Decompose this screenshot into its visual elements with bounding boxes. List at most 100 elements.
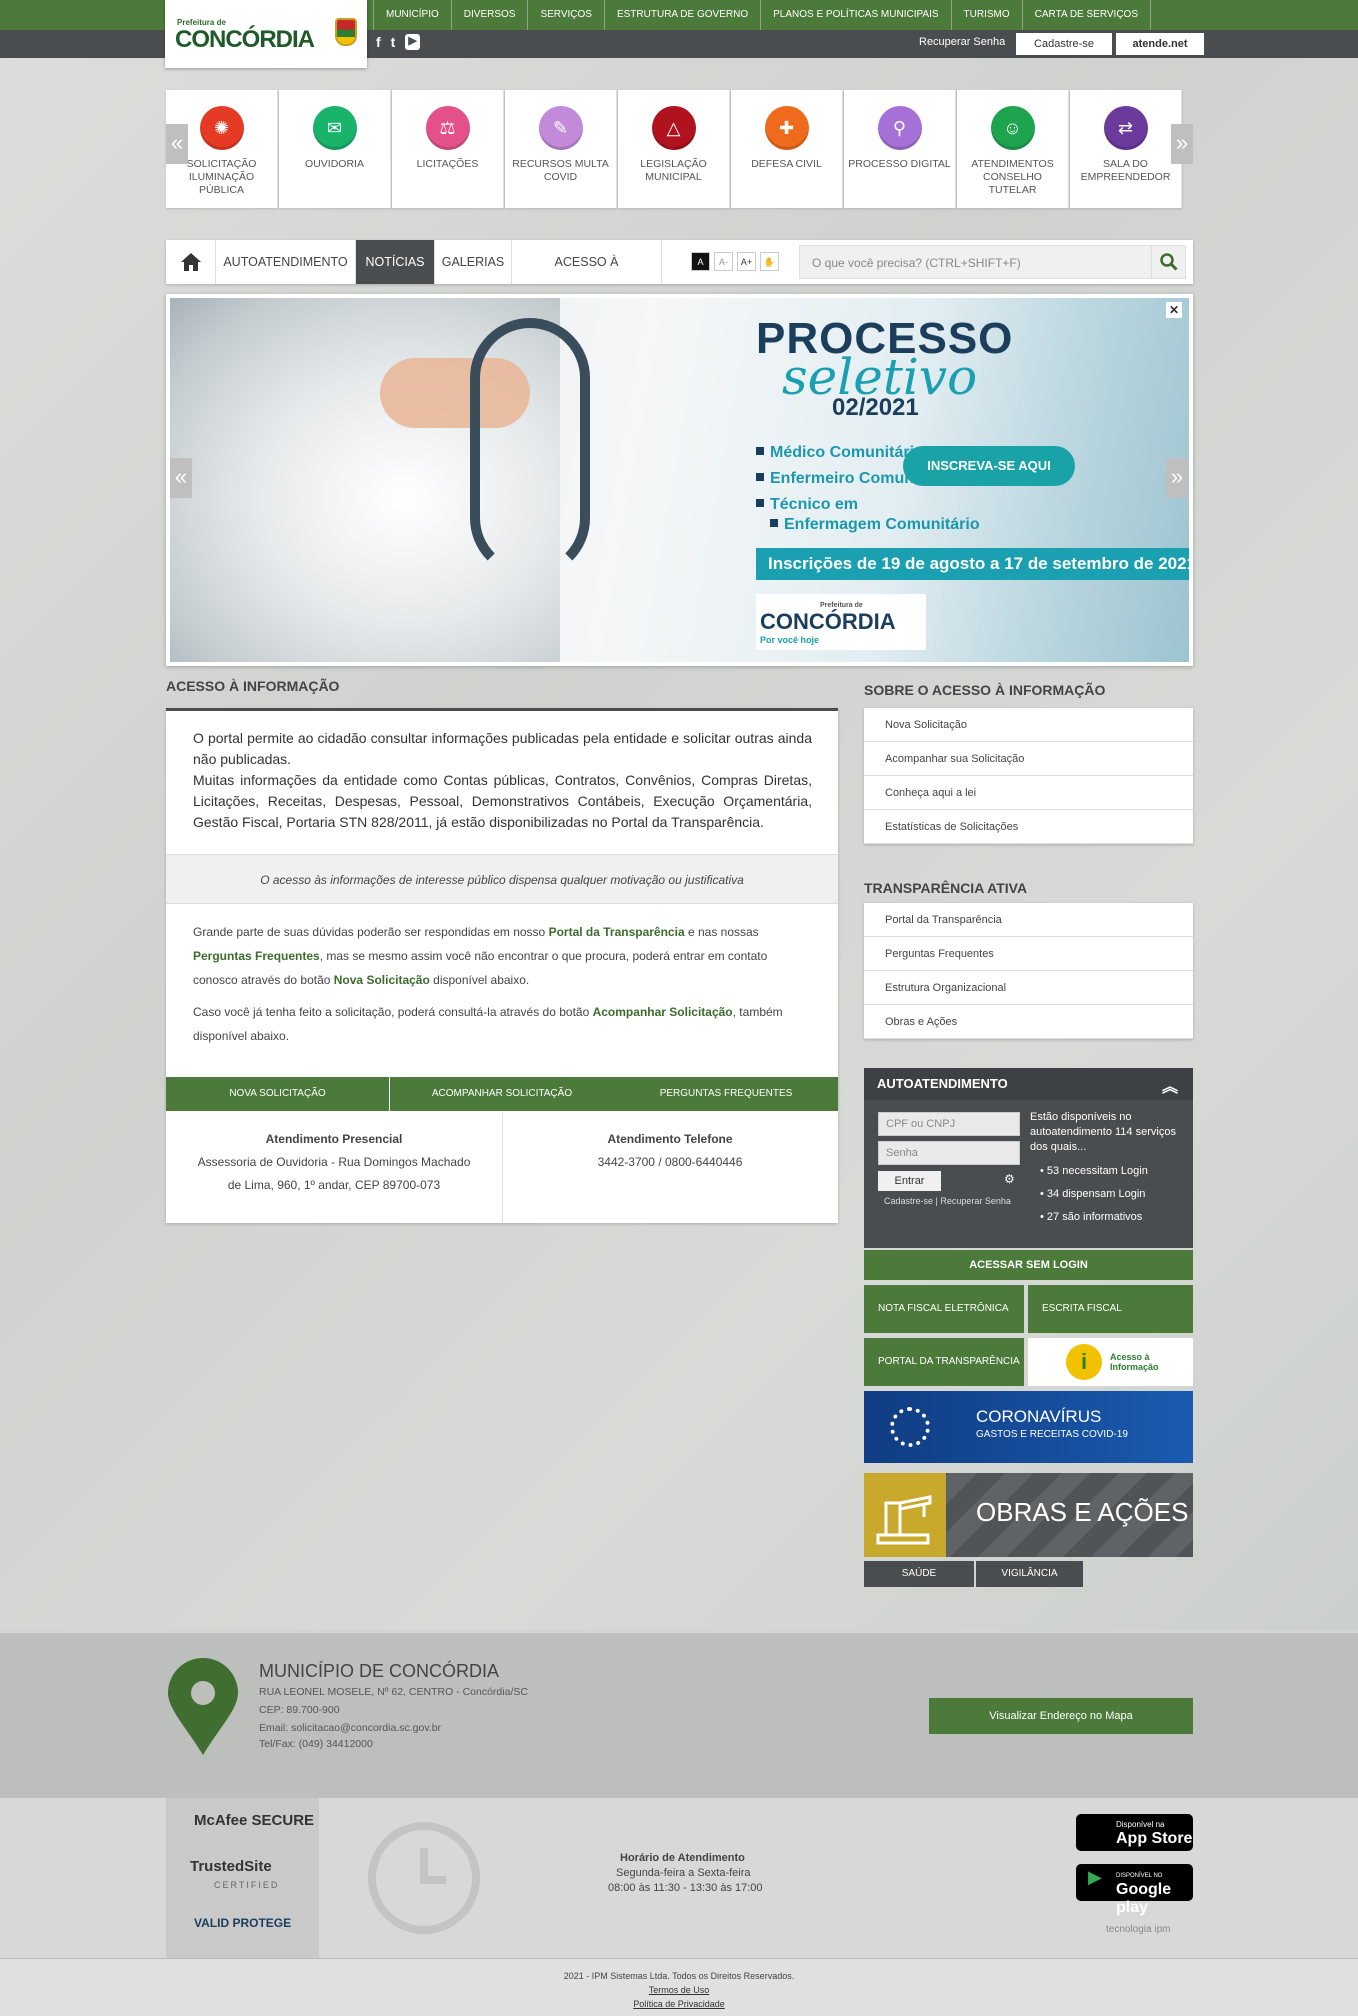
font-decrease-button[interactable]: A- [714,252,733,271]
copyright: 2021 - IPM Sistemas Ltda. Todos os Direi… [563,1971,795,1981]
portal-transparencia-tile[interactable]: PORTAL DA TRANSPARÊNCIA [864,1338,1024,1386]
login-button[interactable]: Entrar [878,1171,941,1191]
quote-box: O acesso às informações de interesse púb… [166,854,838,904]
crane-icon [864,1473,946,1557]
appstore-label: App Store [1116,1830,1193,1847]
sobre-list: Nova Solicitação Acompanhar sua Solicita… [864,708,1193,844]
security-seals: McAfee SECURE TrustedSite CERTIFIED VALI… [166,1798,319,1958]
transp-item-portal[interactable]: Portal da Transparência [864,903,1193,937]
portal-transparencia-link[interactable]: Portal da Transparência [549,925,685,939]
top-menu-item-planos[interactable]: PLANOS E POLÍTICAS MUNICIPAIS [760,0,950,30]
banner-logo: Prefeitura de CONCÓRDIA Por você hoje [756,594,926,650]
transp-item-perguntas[interactable]: Perguntas Frequentes [864,937,1193,971]
service-tile[interactable]: ⚖ LICITAÇÕES [392,90,504,208]
acompanhar-solicitacao-link[interactable]: Acompanhar Solicitação [593,1005,733,1019]
atendimento-presencial: Atendimento Presencial Assessoria de Ouv… [166,1128,502,1197]
transp-item-estrutura[interactable]: Estrutura Organizacional [864,971,1193,1005]
covid-banner[interactable]: CORONAVÍRUS GASTOS E RECEITAS COVID-19 [864,1391,1193,1463]
bulb-icon: ✺ [199,106,244,150]
sobre-item-nova-solicitacao[interactable]: Nova Solicitação [864,708,1193,742]
search-button[interactable] [1151,246,1185,278]
banner-prev-icon[interactable]: « [170,458,192,498]
nav-galerias[interactable]: GALERIAS [435,240,512,284]
nav-acesso-informacao[interactable]: ACESSO À INFORMAÇÃO [512,240,662,313]
home-button[interactable] [166,240,216,284]
mcafee-seal: McAfee SECURE [194,1812,315,1829]
search-input[interactable]: O que você precisa? (CTRL+SHIFT+F) [812,256,1021,270]
perguntas-frequentes-link[interactable]: Perguntas Frequentes [193,949,320,963]
obras-banner[interactable]: OBRAS E AÇÕES [864,1473,1193,1557]
saude-button[interactable]: SAÚDE [864,1561,974,1587]
hours-time: 08:00 às 11:30 - 13:30 às 17:00 [608,1882,763,1894]
valid-seal: VALID PROTEGE [194,1916,292,1930]
exchange-icon: ⇄ [1103,106,1148,150]
nav-autoatendimento[interactable]: AUTOATENDIMENTO [216,240,356,284]
service-label: OUVIDORIA [305,158,364,170]
escrita-fiscal-tile[interactable]: ESCRITA FISCAL [1028,1285,1193,1333]
gear-icon[interactable]: ⚙ [1004,1172,1015,1186]
collapse-icon[interactable]: ︽ [1162,1073,1178,1097]
nova-solicitacao-button[interactable]: NOVA SOLICITAÇÃO [166,1077,390,1111]
home-icon [180,253,201,271]
acessar-sem-login-button[interactable]: ACESSAR SEM LOGIN [864,1250,1193,1280]
google-play-button[interactable]: ▶ DISPONÍVEL NO Google play [1076,1864,1193,1916]
carousel-prev-icon[interactable]: « [166,124,188,164]
banner-role: Técnico em [756,496,858,514]
top-menu-item-turismo[interactable]: TURISMO [950,0,1022,30]
cpf-input[interactable]: CPF ou CNPJ [878,1112,1020,1136]
service-tile[interactable]: ✉ OUVIDORIA [279,90,391,208]
covid-title: CORONAVÍRUS [976,1407,1102,1426]
carousel-next-icon[interactable]: » [1171,124,1193,164]
nota-fiscal-tile[interactable]: NOTA FISCAL ELETRÔNICA [864,1285,1024,1333]
search-box[interactable]: O que você precisa? (CTRL+SHIFT+F) [799,245,1186,279]
banner-close-icon[interactable]: ✕ [1166,302,1182,318]
top-menu-item-municipio[interactable]: MUNICÍPIO [373,0,451,30]
banner-next-icon[interactable]: » [1166,458,1188,498]
font-increase-button[interactable]: A+ [737,252,756,271]
nova-solicitacao-link[interactable]: Nova Solicitação [334,973,430,987]
service-tile[interactable]: ⚲ PROCESSO DIGITAL [844,90,956,208]
service-tile[interactable]: ☺ ATENDIMENTOS CONSELHO TUTELAR [957,90,1069,208]
transp-item-obras[interactable]: Obras e Ações [864,1005,1193,1039]
map-button[interactable]: Visualizar Endereço no Mapa [929,1698,1193,1734]
app-store-button[interactable]: Disponível na App Store [1076,1814,1193,1851]
top-menu-item-carta[interactable]: CARTA DE SERVIÇOS [1021,0,1152,30]
service-label: DEFESA CIVIL [751,158,822,170]
top-menu-item-servicos[interactable]: SERVIÇOS [527,0,604,30]
sobre-item-lei[interactable]: Conheça aqui a lei [864,776,1193,810]
social-links: f t ▶ [376,34,420,50]
service-tile[interactable]: △ LEGISLAÇÃO MUNICIPAL [618,90,730,208]
followup-paragraph: Caso você já tenha feito a solicitação, … [193,1000,812,1048]
top-menu-item-diversos[interactable]: DIVERSOS [450,0,528,30]
acesso-informacao-tile[interactable]: i Acesso à Informação [1028,1338,1193,1386]
service-tile[interactable]: ✎ RECURSOS MULTA COVID [505,90,617,208]
youtube-icon[interactable]: ▶ [405,34,420,50]
auth-links[interactable]: Cadastre-se | Recuperar Senha [884,1196,1011,1206]
vigilancia-button[interactable]: VIGILÂNCIA [976,1561,1083,1587]
sobre-item-estatisticas[interactable]: Estatísticas de Solicitações [864,810,1193,844]
font-normal-button[interactable]: A [691,252,710,271]
password-input[interactable]: Senha [878,1141,1020,1165]
auto-info: Estão disponíveis no autoatendimento 114… [1030,1111,1176,1153]
banner-cta-button[interactable]: INSCREVA-SE AQUI [903,446,1075,486]
footer-address: RUA LEONEL MOSELE, Nº 62, CENTRO - Concó… [259,1686,528,1698]
banner-slider[interactable]: PROCESSO seletivo 02/2021 Médico Comunit… [166,294,1193,666]
site-logo[interactable]: Prefeitura de CONCÓRDIA [165,0,367,68]
facebook-icon[interactable]: f [376,34,381,50]
top-menu-item-estrutura[interactable]: ESTRUTURA DE GOVERNO [603,0,760,30]
twitter-icon[interactable]: t [391,34,396,50]
atende-button[interactable]: atende.net [1116,33,1204,55]
acompanhar-solicitacao-button[interactable]: ACOMPANHAR SOLICITAÇÃO [390,1077,614,1111]
perguntas-frequentes-button[interactable]: PERGUNTAS FREQUENTES [614,1077,838,1111]
service-tile[interactable]: ✚ DEFESA CIVIL [731,90,843,208]
nav-noticias[interactable]: NOTÍCIAS [356,240,435,284]
accessibility-hand-icon[interactable]: ✋ [760,252,779,271]
recover-password-link[interactable]: Recuperar Senha [919,36,1005,48]
service-tile[interactable]: ⇄ SALA DO EMPREENDEDOR [1070,90,1182,208]
footer-email[interactable]: Email: solicitacao@concordia.sc.gov.br [259,1722,441,1734]
sobre-item-acompanhar[interactable]: Acompanhar sua Solicitação [864,742,1193,776]
banner-dates: Inscrições de 19 de agosto a 17 de setem… [756,548,1189,580]
register-button[interactable]: Cadastre-se [1016,33,1112,55]
privacy-link[interactable]: Política de Privacidade [0,1999,1358,2009]
terms-link[interactable]: Termos de Uso [0,1985,1358,1995]
